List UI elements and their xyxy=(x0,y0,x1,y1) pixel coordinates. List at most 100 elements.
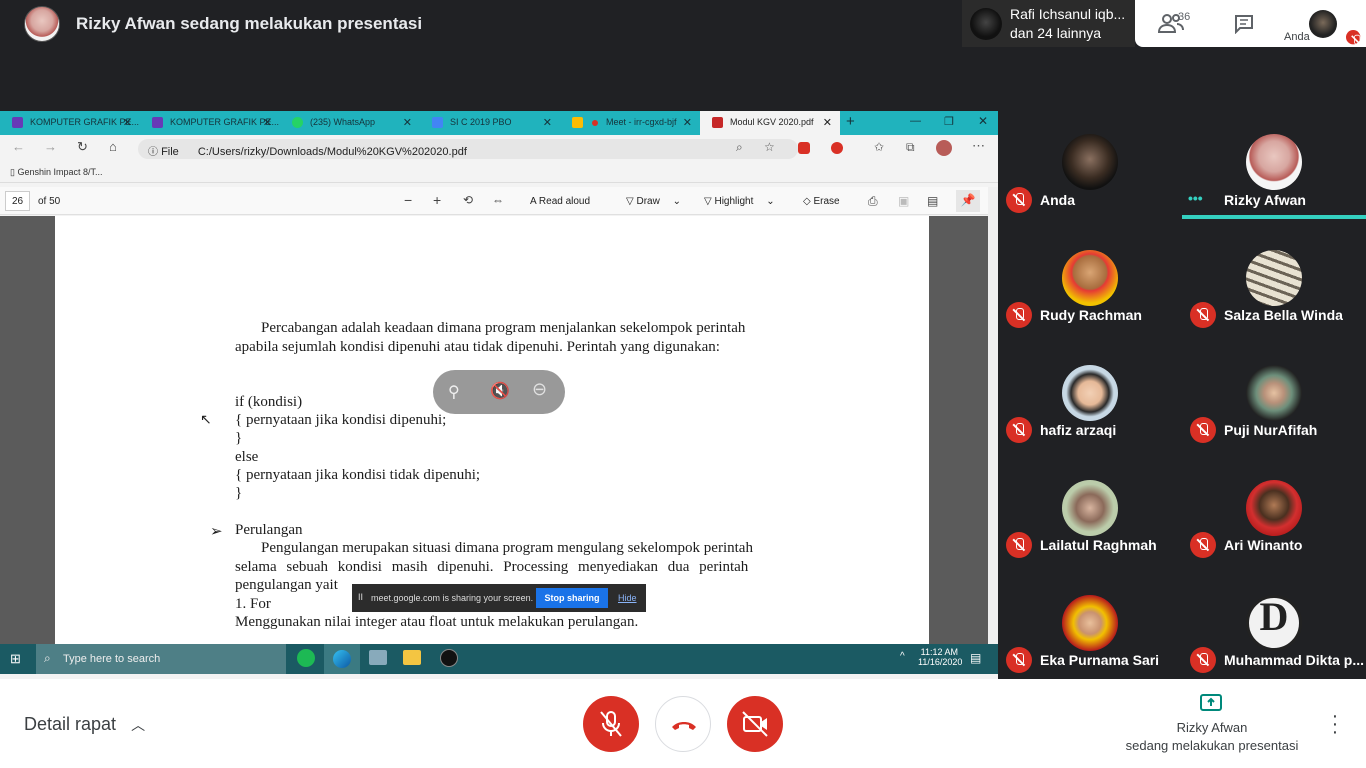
pdf-heading: Perulangan xyxy=(235,522,303,538)
page-count: of 50 xyxy=(38,196,61,207)
edge-taskbar-button[interactable] xyxy=(324,644,360,674)
close-icon[interactable]: ✕ xyxy=(403,116,412,129)
presenter-title: Rizky Afwan sedang melakukan presentasi xyxy=(76,14,423,33)
mail-icon[interactable] xyxy=(369,650,387,665)
camera-toggle-button[interactable] xyxy=(727,696,783,752)
clock-date: 11/16/2020 xyxy=(918,657,963,667)
mic-off-icon xyxy=(1190,417,1216,443)
participant-name: hafiz arzaqi xyxy=(1040,422,1117,438)
new-tab-icon[interactable]: + xyxy=(846,113,855,130)
save-icon[interactable]: ▣ xyxy=(898,194,909,208)
windows-start-icon[interactable]: ⊞ xyxy=(10,651,21,667)
minimize-icon[interactable]: — xyxy=(910,115,921,127)
bookmark-item[interactable]: ▯ Genshin Impact 8/T... xyxy=(10,167,103,178)
erase-label: Erase xyxy=(813,196,840,207)
taskbar-search[interactable]: ⌕ Type here to search xyxy=(36,644,286,674)
pdf-line: Pengulangan merupakan situasi dimana pro… xyxy=(261,540,753,556)
notification-line2: dan 24 lainnya xyxy=(1010,25,1102,41)
chevron-down-icon[interactable]: ⌄ xyxy=(673,196,681,207)
mute-icon[interactable]: 🔇 xyxy=(490,381,510,401)
logo-icon: D xyxy=(1259,594,1289,639)
star-icon[interactable]: ☆ xyxy=(764,140,775,154)
participant-name: Lailatul Raghmah xyxy=(1040,537,1157,553)
participant-name: Ari Winanto xyxy=(1224,537,1303,553)
reload-icon[interactable]: ↻ xyxy=(77,139,88,155)
fit-page-icon[interactable]: ⇔ xyxy=(492,193,504,207)
tab-label: Meet - irr-cgxd-bjf xyxy=(606,117,677,127)
close-icon[interactable]: ✕ xyxy=(543,116,552,129)
browser-tab[interactable]: KOMPUTER GRAFIK PE... ✕ xyxy=(0,111,140,135)
read-aloud-button[interactable]: A Read aloud xyxy=(530,196,590,207)
browser-tab-active[interactable]: Modul KGV 2020.pdf ✕ xyxy=(700,111,840,135)
hide-link[interactable]: Hide xyxy=(618,593,637,603)
browser-tab[interactable]: (235) WhatsApp ✕ xyxy=(280,111,420,135)
pin-toolbar-icon[interactable]: 📌 xyxy=(956,190,980,212)
pdf-line: { pernyataan jika kondisi dipenuhi; xyxy=(235,412,447,428)
url-text: C:/Users/rizky/Downloads/Modul%20KGV%202… xyxy=(197,146,467,158)
extension-icon[interactable] xyxy=(831,142,843,154)
app-icon[interactable] xyxy=(440,649,458,667)
bullet-arrow-icon: ➢ xyxy=(210,524,223,540)
avatar xyxy=(1062,134,1118,190)
save-as-icon[interactable]: ▤ xyxy=(927,194,938,208)
pdf-line: Percabangan adalah keadaan dimana progra… xyxy=(261,320,746,336)
mic-toggle-button[interactable] xyxy=(583,696,639,752)
chat-button[interactable] xyxy=(1234,14,1254,39)
presenting-name: Rizky Afwan xyxy=(1176,720,1248,735)
extension-icon[interactable] xyxy=(798,142,810,154)
highlight-button[interactable]: ▽ Highlight ⌄ xyxy=(704,196,775,207)
maximize-icon[interactable]: ❐ xyxy=(944,115,954,128)
back-icon[interactable]: ← xyxy=(12,139,25,154)
draw-button[interactable]: ▽ Draw ⌄ xyxy=(626,196,681,207)
close-icon[interactable]: ✕ xyxy=(123,116,132,129)
self-avatar[interactable] xyxy=(1309,10,1337,38)
home-icon[interactable]: ⌂ xyxy=(109,139,117,154)
zoom-in-icon[interactable]: + xyxy=(433,192,441,208)
folder-icon[interactable] xyxy=(403,650,421,665)
zoom-icon[interactable]: ⌕ xyxy=(736,140,743,155)
chevron-up-icon[interactable]: ^ xyxy=(900,651,905,662)
page-number-input[interactable]: 26 xyxy=(5,191,30,211)
favorites-icon[interactable]: ✩ xyxy=(874,140,884,154)
speaking-indicator xyxy=(1182,215,1366,219)
eraser-icon: ◇ xyxy=(803,196,811,207)
participant-count: 36 xyxy=(1178,11,1191,23)
zoom-out-icon[interactable]: − xyxy=(404,192,412,208)
mic-off-icon xyxy=(1190,647,1216,673)
collections-icon[interactable]: ⧉ xyxy=(906,140,915,155)
chevron-down-icon[interactable]: ⌄ xyxy=(766,196,774,207)
close-icon[interactable]: ✕ xyxy=(823,116,832,129)
profile-icon[interactable] xyxy=(936,140,952,156)
more-options-icon[interactable]: · · · xyxy=(1328,706,1342,742)
erase-button[interactable]: ◇ Erase xyxy=(803,196,840,207)
presenting-icon[interactable] xyxy=(1200,694,1222,717)
minus-circle-icon[interactable]: ⊖ xyxy=(532,379,547,400)
spotify-icon[interactable] xyxy=(297,649,315,667)
pin-icon[interactable]: ⚲ xyxy=(448,382,460,402)
close-window-icon[interactable]: ✕ xyxy=(978,114,988,128)
pdf-line: { pernyataan jika kondisi tidak dipenuhi… xyxy=(235,467,481,483)
pdf-line: pengulangan yait xyxy=(235,577,338,593)
browser-tab[interactable]: SI C 2019 PBO ✕ xyxy=(420,111,560,135)
print-icon[interactable]: ⎙ xyxy=(868,194,878,209)
pdf-icon xyxy=(712,117,723,128)
mic-off-icon xyxy=(1006,302,1032,328)
notification-center-icon[interactable]: ▤ xyxy=(970,651,981,665)
forward-icon[interactable]: → xyxy=(44,139,57,154)
browser-tab[interactable]: KOMPUTER GRAFIK PE... ✕ xyxy=(140,111,280,135)
more-icon[interactable]: ⋯ xyxy=(972,138,985,154)
browser-tab[interactable]: Meet - irr-cgxd-bjf ✕ xyxy=(560,111,700,135)
close-icon[interactable]: ✕ xyxy=(683,116,692,129)
presenter-avatar xyxy=(24,6,60,42)
url-field[interactable]: ⓘ File C:/Users/rizky/Downloads/Modul%20… xyxy=(138,139,798,159)
leave-call-button[interactable] xyxy=(655,696,711,752)
stop-sharing-button[interactable]: Stop sharing xyxy=(536,588,608,608)
draw-icon: ▽ xyxy=(626,196,634,207)
search-placeholder: Type here to search xyxy=(63,653,161,665)
taskbar-clock[interactable]: 11:12 AM 11/16/2020 xyxy=(918,647,963,667)
meeting-details-button[interactable]: Detail rapat ︿ xyxy=(24,714,145,735)
rotate-icon[interactable]: ⟲ xyxy=(463,193,473,207)
scrollbar[interactable] xyxy=(988,187,998,644)
self-mic-off-icon xyxy=(1346,30,1361,45)
close-icon[interactable]: ✕ xyxy=(263,116,272,129)
